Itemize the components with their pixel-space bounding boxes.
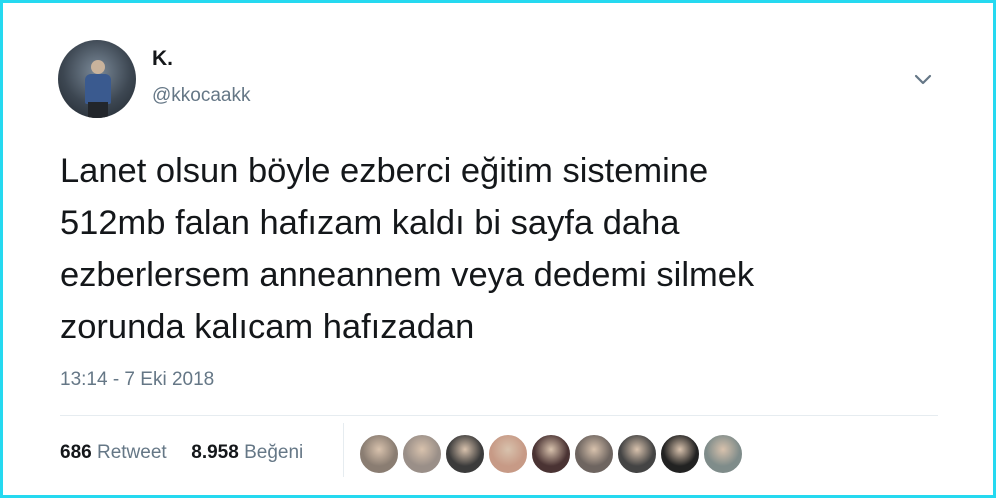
author-avatar[interactable]	[58, 40, 136, 118]
like-count[interactable]: 8.958	[191, 442, 239, 463]
likers-avatars	[359, 434, 746, 474]
liker-avatar[interactable]	[488, 434, 528, 474]
avatar-figure-head	[91, 60, 105, 74]
like-label[interactable]: Beğeni	[244, 442, 303, 463]
liker-avatar[interactable]	[359, 434, 399, 474]
avatar-figure-legs	[88, 102, 108, 118]
liker-avatar[interactable]	[660, 434, 700, 474]
tweet-card: K. @kkocaakk Lanet olsun böyle ezberci e…	[0, 0, 996, 498]
liker-avatar[interactable]	[445, 434, 485, 474]
tweet-text: Lanet olsun böyle ezberci eğitim sistemi…	[60, 145, 960, 353]
tweet-text-line: 512mb falan hafızam kaldı bi sayfa daha	[60, 204, 680, 242]
liker-avatar[interactable]	[531, 434, 571, 474]
tweet-text-line: ezberlersem anneannem veya dedemi silmek	[60, 256, 755, 294]
liker-avatar[interactable]	[703, 434, 743, 474]
vertical-divider	[343, 423, 344, 477]
liker-avatar[interactable]	[617, 434, 657, 474]
avatar-figure-body	[85, 74, 111, 104]
retweet-count[interactable]: 686	[60, 442, 92, 463]
retweet-label[interactable]: Retweet	[97, 442, 167, 463]
engagement-stats: 686 Retweet 8.958 Beğeni	[60, 442, 303, 464]
liker-avatar[interactable]	[402, 434, 442, 474]
author-handle[interactable]: @kkocaakk	[152, 85, 251, 107]
tweet-timestamp[interactable]: 13:14 - 7 Eki 2018	[60, 369, 214, 391]
author-display-name[interactable]: K.	[152, 47, 173, 71]
divider	[60, 415, 938, 416]
tweet-text-line: Lanet olsun böyle ezberci eğitim sistemi…	[60, 152, 709, 190]
chevron-down-icon[interactable]	[909, 65, 937, 93]
liker-avatar[interactable]	[574, 434, 614, 474]
tweet-text-line: zorunda kalıcam hafızadan	[60, 308, 475, 346]
